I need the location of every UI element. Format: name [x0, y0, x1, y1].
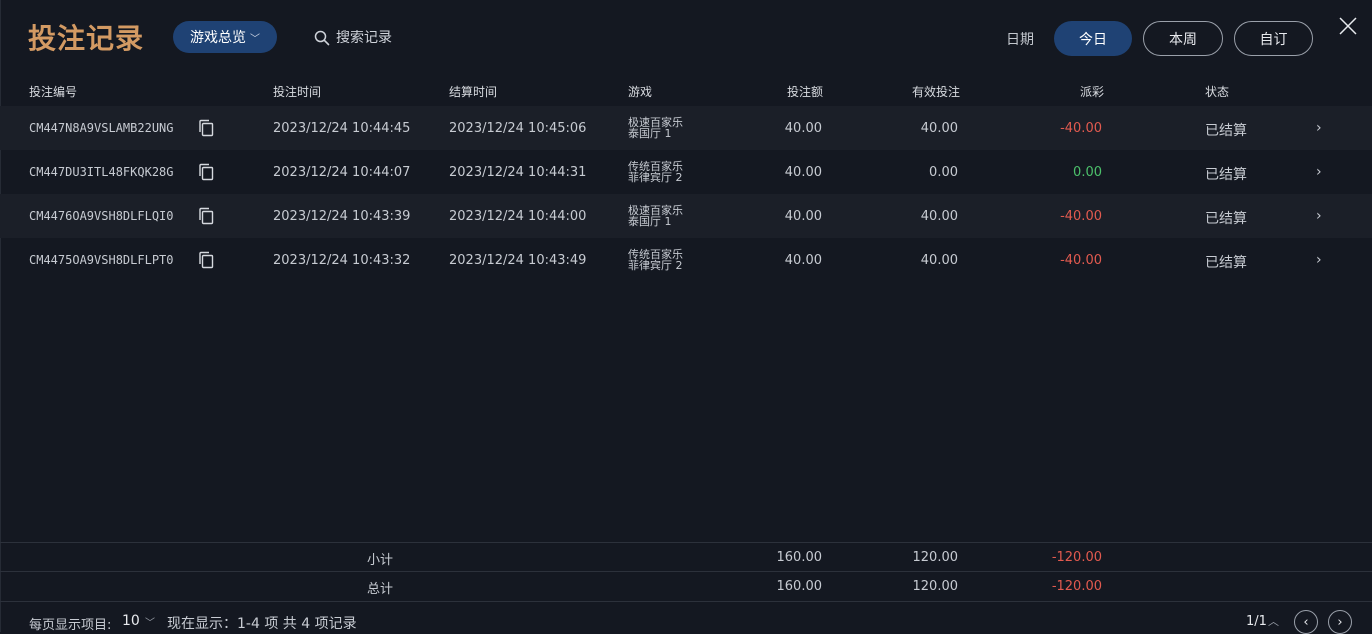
game-name: 传统百家乐 菲律宾厅 2	[628, 249, 683, 271]
col-bet-amount: 投注额	[787, 85, 824, 99]
bet-amount: 40.00	[784, 165, 822, 180]
bet-time: 2023/12/24 10:44:07	[273, 165, 411, 180]
total-payout: -120.00	[1051, 579, 1102, 594]
chevron-right-icon[interactable]: ›	[1316, 208, 1322, 224]
status: 已结算	[1205, 255, 1247, 271]
subtotal-payout: -120.00	[1051, 550, 1102, 565]
payout: -40.00	[1060, 209, 1102, 224]
total-valid-bet: 120.00	[912, 579, 959, 594]
col-game: 游戏	[628, 85, 653, 99]
status: 已结算	[1205, 211, 1247, 227]
bet-id: CM447DU3ITL48FKQK28G	[29, 165, 174, 179]
bet-amount: 40.00	[784, 253, 822, 268]
game-name-line2: 菲律宾厅 2	[628, 259, 683, 272]
valid-bet: 40.00	[920, 209, 958, 224]
chevron-right-icon[interactable]: ›	[1316, 120, 1322, 136]
bet-time: 2023/12/24 10:43:32	[273, 253, 411, 268]
valid-bet: 40.00	[920, 121, 958, 136]
date-week-button[interactable]: 本周	[1143, 21, 1223, 56]
valid-bet: 40.00	[920, 253, 958, 268]
next-page-icon[interactable]: ›	[1328, 610, 1352, 634]
subtotal-row: 小计 160.00 120.00 -120.00	[0, 542, 1372, 572]
settle-time: 2023/12/24 10:44:00	[449, 209, 587, 224]
total-bet-amount: 160.00	[776, 579, 823, 594]
copy-icon[interactable]	[198, 163, 214, 181]
subtotal-valid-bet: 120.00	[912, 550, 959, 565]
search-input[interactable]	[336, 30, 456, 46]
bet-time: 2023/12/24 10:43:39	[273, 209, 411, 224]
table-row[interactable]: CM447DU3ITL48FKQK28G 2023/12/24 10:44:07…	[0, 150, 1372, 194]
search-box[interactable]	[314, 27, 456, 49]
subtotal-bet-amount: 160.00	[776, 550, 823, 565]
page-indicator: 1/1	[1246, 614, 1267, 629]
date-custom-button[interactable]: 自订	[1234, 21, 1313, 56]
bet-id: CM4476OA9VSH8DLFLQI0	[29, 209, 174, 223]
payout: -40.00	[1060, 253, 1102, 268]
chevron-down-icon[interactable]: ﹀	[145, 614, 155, 629]
header: 投注记录 游戏总览 ﹀ 日期 今日 本周 自订	[0, 0, 1372, 76]
col-status: 状态	[1205, 85, 1230, 99]
bet-id: CM4475OA9VSH8DLFLPT0	[29, 253, 174, 267]
game-name: 传统百家乐 菲律宾厅 2	[628, 161, 683, 183]
status: 已结算	[1205, 167, 1247, 183]
table-row[interactable]: CM447N8A9VSLAMB22UNG 2023/12/24 10:44:45…	[0, 106, 1372, 150]
copy-icon[interactable]	[198, 119, 214, 137]
copy-icon[interactable]	[198, 251, 214, 269]
col-settle-time: 结算时间	[449, 85, 498, 99]
showing-text: 现在显示：1-4 项 共 4 项记录	[167, 616, 357, 632]
table-header: 投注编号 投注时间 结算时间 游戏 投注额 有效投注 派彩 状态	[0, 76, 1372, 106]
page-title: 投注记录	[28, 22, 145, 55]
bet-time: 2023/12/24 10:44:45	[273, 121, 411, 136]
settle-time: 2023/12/24 10:44:31	[449, 165, 587, 180]
game-name: 极速百家乐 泰国厅 1	[628, 117, 683, 139]
bet-amount: 40.00	[784, 121, 822, 136]
col-bet-time: 投注时间	[273, 85, 322, 99]
per-page-label: 每页显示项目:	[29, 618, 112, 633]
chevron-up-icon[interactable]: ︿	[1268, 613, 1279, 629]
game-name-line2: 菲律宾厅 2	[628, 171, 683, 184]
game-filter-label: 游戏总览	[190, 30, 246, 46]
chevron-right-icon[interactable]: ›	[1316, 252, 1322, 268]
table-row[interactable]: CM4476OA9VSH8DLFLQI0 2023/12/24 10:43:39…	[0, 194, 1372, 238]
copy-icon[interactable]	[198, 207, 214, 225]
status: 已结算	[1205, 123, 1247, 139]
col-bet-id: 投注编号	[29, 85, 78, 99]
col-payout: 派彩	[1080, 85, 1105, 99]
table-row[interactable]: CM4475OA9VSH8DLFLPT0 2023/12/24 10:43:32…	[0, 238, 1372, 282]
payout: 0.00	[1073, 165, 1102, 180]
prev-page-icon[interactable]: ‹	[1294, 610, 1318, 634]
pagination-footer: 每页显示项目: 10 ﹀ 现在显示：1-4 项 共 4 项记录 1/1 ︿ ‹ …	[0, 601, 1372, 634]
close-icon[interactable]	[1336, 14, 1360, 38]
total-label: 总计	[367, 582, 394, 597]
subtotal-label: 小计	[367, 553, 394, 568]
game-name-line2: 泰国厅 1	[628, 127, 672, 140]
game-name: 极速百家乐 泰国厅 1	[628, 205, 683, 227]
game-filter-dropdown[interactable]: 游戏总览 ﹀	[173, 21, 277, 53]
payout: -40.00	[1060, 121, 1102, 136]
col-valid-bet: 有效投注	[912, 85, 961, 99]
settle-time: 2023/12/24 10:43:49	[449, 253, 587, 268]
settle-time: 2023/12/24 10:45:06	[449, 121, 587, 136]
date-today-button[interactable]: 今日	[1054, 21, 1132, 56]
chevron-down-icon: ﹀	[250, 33, 260, 45]
bet-amount: 40.00	[784, 209, 822, 224]
total-row: 总计 160.00 120.00 -120.00	[0, 571, 1372, 601]
search-icon	[314, 30, 330, 46]
per-page-select[interactable]: 10	[122, 613, 140, 629]
chevron-right-icon[interactable]: ›	[1316, 164, 1322, 180]
date-label: 日期	[1006, 32, 1034, 48]
game-name-line2: 泰国厅 1	[628, 215, 672, 228]
valid-bet: 0.00	[929, 165, 958, 180]
bet-id: CM447N8A9VSLAMB22UNG	[29, 121, 174, 135]
